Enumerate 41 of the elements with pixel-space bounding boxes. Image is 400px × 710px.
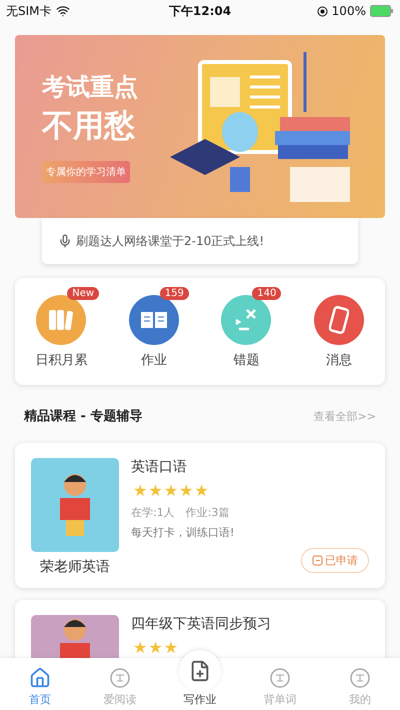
announcement-bar[interactable]: 刷题达人网络课堂于2-10正式上线! [42, 218, 358, 264]
shortcut-label: 日积月累 [35, 352, 88, 368]
announcement-text: 刷题达人网络课堂于2-10正式上线! [76, 232, 264, 250]
count-badge: New [67, 286, 100, 300]
carrier-label: 无SIM卡 [6, 2, 52, 20]
banner-tag: 专属你的学习清单 [42, 160, 130, 182]
battery-percent: 100% [332, 4, 366, 18]
tab-item[interactable]: 背单词 [240, 658, 320, 710]
shortcut-label: 消息 [326, 352, 352, 368]
clock: 下午12:04 [168, 2, 232, 20]
shortcut-label: 作业 [140, 352, 167, 368]
promo-banner[interactable]: 考试重点 不用愁 专属你的学习清单 [15, 35, 385, 218]
books-icon [47, 308, 76, 332]
count-badge: 159 [160, 286, 189, 300]
banner-title: 考试重点 [42, 72, 139, 102]
star-rating: ★★★ [132, 638, 180, 657]
course-stats: 在学:1人 作业:3篇 [131, 505, 230, 520]
course-slogan: 每天打卡，训练口语! [131, 525, 236, 540]
tab-item[interactable]: 爱阅读 [80, 658, 160, 710]
open-book-icon [138, 310, 169, 330]
banner-subtitle: 不用愁 [42, 106, 136, 146]
home-icon [29, 667, 51, 689]
course-card[interactable]: 荣老师英语 英语口语 ★★★★★ 在学:1人 作业:3篇 每天打卡，训练口语! 已申请 [15, 443, 385, 588]
edit-document-icon [189, 660, 211, 682]
tab-item[interactable]: 我的 [320, 658, 400, 710]
rotation-lock-icon [316, 6, 328, 16]
teacher-name: 荣老师英语 [40, 558, 110, 576]
course-title: 四年级下英语同步预习 [131, 615, 272, 633]
view-all-link[interactable]: 查看全部>> [314, 408, 376, 424]
star-rating: ★★★★★ [132, 481, 210, 500]
applied-button[interactable]: 已申请 [301, 548, 369, 573]
course-card[interactable]: 四年级下英语同步预习 ★★★ [15, 600, 385, 661]
microphone-icon [58, 234, 72, 248]
shortcut-label: 错题 [233, 352, 260, 368]
phone-icon [328, 306, 349, 334]
wifi-icon [56, 4, 70, 18]
tab-item[interactable]: 首页 [0, 658, 80, 710]
section-title: 精品课程 - 专题辅导 [24, 408, 142, 425]
count-badge: 140 [252, 286, 282, 300]
course-title: 英语口语 [131, 458, 188, 476]
battery-icon [370, 5, 394, 17]
